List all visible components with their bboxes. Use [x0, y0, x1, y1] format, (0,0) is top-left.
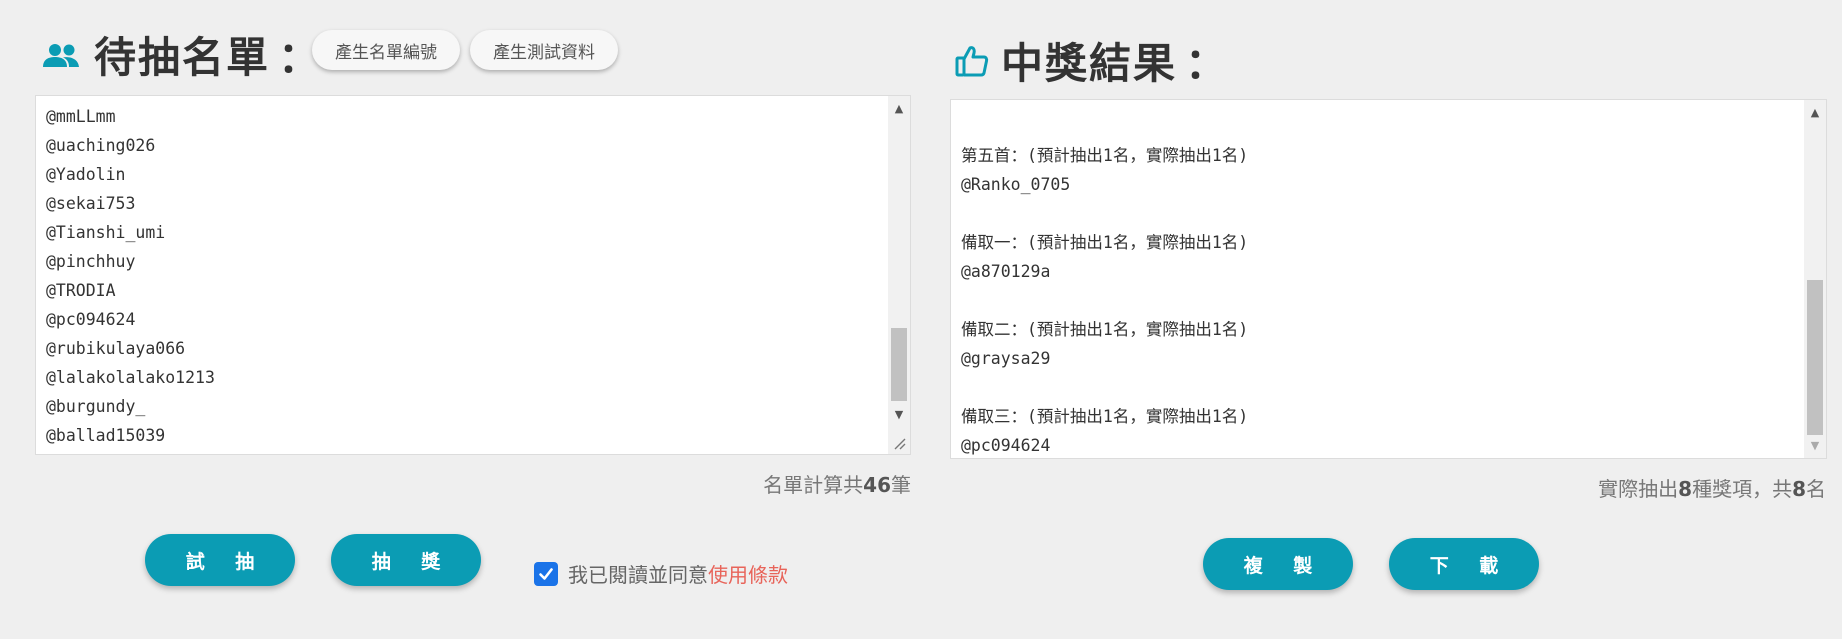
results-textarea[interactable]: 第五首：(預計抽出1名，實際抽出1名) @Ranko_0705 備取一：(預計抽出1… [950, 99, 1827, 459]
scroll-up-icon[interactable]: ▲ [888, 100, 910, 118]
list-item: 備取三：(預計抽出1名，實際抽出1名) [961, 407, 1249, 426]
candidate-count-prefix: 名單計算共 [763, 473, 864, 497]
list-item: @TRODIA [46, 281, 116, 300]
list-item: 備取一：(預計抽出1名，實際抽出1名) [961, 233, 1249, 252]
generate-numbers-button[interactable]: 產生名單編號 [312, 30, 460, 70]
scroll-thumb[interactable] [891, 328, 907, 401]
thumbs-up-icon [955, 44, 989, 78]
results-scrollbar[interactable]: ▲ ▼ [1804, 100, 1826, 458]
candidate-list-lines: @mmLLmm @uaching026 @Yadolin @sekai753 @Tian… [46, 102, 880, 450]
list-item: @Yadolin [46, 165, 126, 184]
list-item: @pinchhuy [46, 252, 136, 271]
list-item: @rubikulaya066 [46, 339, 186, 358]
candidate-count-value: 46 [863, 473, 891, 497]
copy-button[interactable]: 複 製 [1203, 538, 1353, 590]
list-item: 第五首：(預計抽出1名，實際抽出1名) [961, 146, 1249, 165]
candidate-list-scrollbar[interactable]: ▲ ▼ [888, 96, 910, 454]
list-item: @pc094624 [961, 436, 1051, 455]
list-item: @lalakolalako1213 [46, 368, 215, 387]
terms-link[interactable]: 使用條款 [708, 559, 788, 588]
draw-button[interactable]: 抽 獎 [331, 534, 481, 586]
results-title: 中獎結果 [1001, 39, 1178, 88]
candidate-count: 名單計算共46筆 [763, 469, 911, 498]
candidate-list-title: 待抽名單 [94, 33, 271, 82]
summary-mid: 種獎項，共 [1692, 477, 1793, 501]
candidate-list-heading: 待抽名單 ： [42, 24, 322, 85]
list-item [961, 373, 1796, 402]
list-item: @Ranko_0705 [961, 175, 1071, 194]
results-colon: ： [1185, 39, 1230, 88]
summary-types: 8 [1678, 477, 1693, 501]
list-item: @pc094624 [46, 310, 136, 329]
generate-test-data-button[interactable]: 產生測試資料 [470, 30, 618, 70]
list-item: @sekai753 [46, 194, 136, 213]
terms-agreement: 我已閱讀並同意 使用條款 [534, 559, 788, 588]
resize-handle-icon[interactable] [888, 436, 910, 454]
list-item [961, 286, 1796, 315]
agree-text: 我已閱讀並同意 [568, 563, 708, 587]
list-item [961, 199, 1796, 228]
candidate-list-textarea[interactable]: @mmLLmm @uaching026 @Yadolin @sekai753 @Tian… [35, 95, 911, 455]
list-item: @mmLLmm [46, 107, 116, 126]
candidate-count-suffix: 筆 [891, 473, 911, 497]
agree-checkbox[interactable] [534, 561, 558, 586]
list-item: @burgundy_ [46, 397, 146, 416]
download-button[interactable]: 下 載 [1389, 538, 1539, 590]
list-item: @graysa29 [961, 349, 1051, 368]
people-icon [42, 42, 80, 68]
scroll-down-icon[interactable]: ▼ [1804, 437, 1826, 455]
scroll-thumb[interactable] [1807, 280, 1823, 435]
trial-draw-button[interactable]: 試 抽 [145, 534, 295, 586]
list-item: 備取二：(預計抽出1名，實際抽出1名) [961, 320, 1249, 339]
scroll-up-icon[interactable]: ▲ [1804, 104, 1826, 122]
results-lines: 第五首：(預計抽出1名，實際抽出1名) @Ranko_0705 備取一：(預計抽出1… [961, 112, 1796, 458]
list-item: @Tianshi_umi [46, 223, 166, 242]
summary-prefix: 實際抽出 [1598, 477, 1679, 501]
results-heading: 中獎結果 ： [955, 30, 1229, 91]
results-summary: 實際抽出8種獎項，共8名 [1598, 473, 1826, 502]
list-item [961, 112, 1796, 141]
summary-total: 8 [1792, 477, 1806, 501]
summary-suffix: 名 [1806, 477, 1826, 501]
list-item: @uaching026 [46, 136, 156, 155]
scroll-down-icon[interactable]: ▼ [888, 406, 910, 424]
list-item: @ballad15039 [46, 426, 166, 445]
list-item: @a870129a [961, 262, 1051, 281]
